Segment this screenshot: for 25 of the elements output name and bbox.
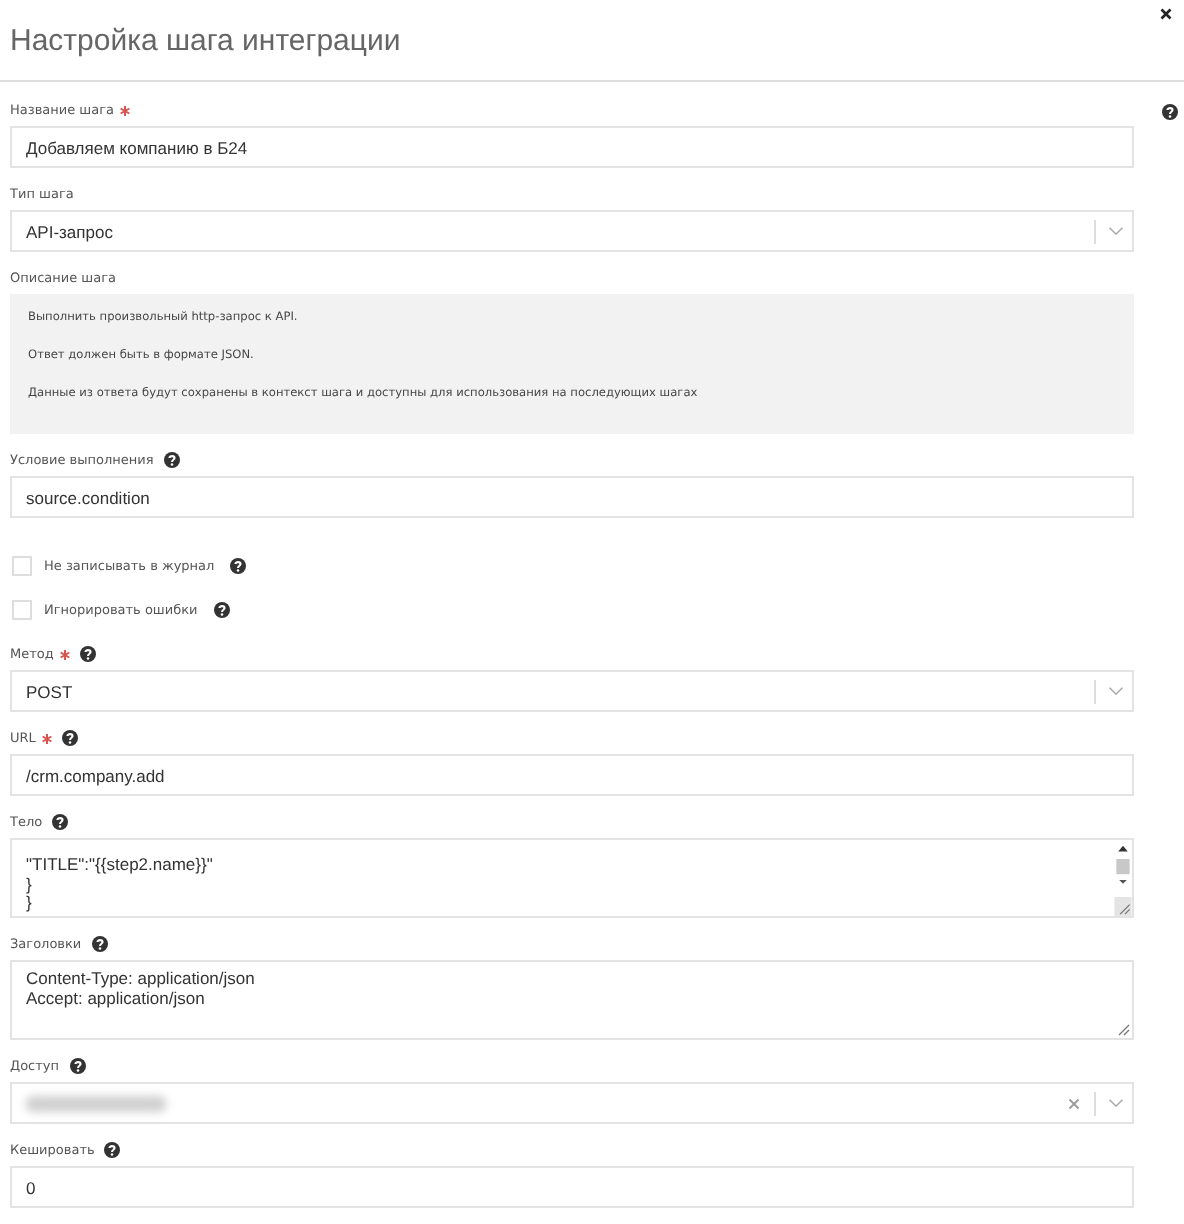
text-area[interactable]: Content-Type: application/json Accept: application/json [12, 962, 1132, 1038]
resize-grip-icon[interactable] [1118, 1024, 1130, 1036]
help-icon[interactable] [91, 936, 108, 952]
help-icon[interactable] [61, 730, 78, 746]
clear-icon[interactable] [1068, 1097, 1080, 1109]
close-icon[interactable] [1160, 8, 1172, 20]
scrollbar-drawing[interactable] [1114, 840, 1132, 916]
text-field[interactable]: Добавляем компанию в Б24 [10, 126, 1134, 168]
help-icon[interactable] [79, 646, 96, 662]
help-icon[interactable] [213, 602, 230, 618]
help-icon[interactable] [163, 452, 180, 468]
text-field[interactable]: 0 [10, 1166, 1134, 1208]
text-field[interactable]: source.condition [10, 476, 1134, 518]
help-icon[interactable] [230, 558, 247, 574]
checkbox[interactable] [12, 600, 32, 620]
select-field[interactable] [10, 1082, 1134, 1124]
select-field[interactable]: POST [10, 670, 1134, 712]
help-icon[interactable] [1162, 104, 1178, 120]
checkbox[interactable] [12, 556, 32, 576]
help-icon[interactable] [52, 814, 69, 830]
dialog-title: Настройка шага интеграции [10, 23, 401, 57]
select-field[interactable]: API-запрос [10, 210, 1134, 252]
help-icon[interactable] [69, 1058, 86, 1074]
text-field[interactable]: /crm.company.add [10, 754, 1134, 796]
help-icon[interactable] [104, 1142, 121, 1158]
